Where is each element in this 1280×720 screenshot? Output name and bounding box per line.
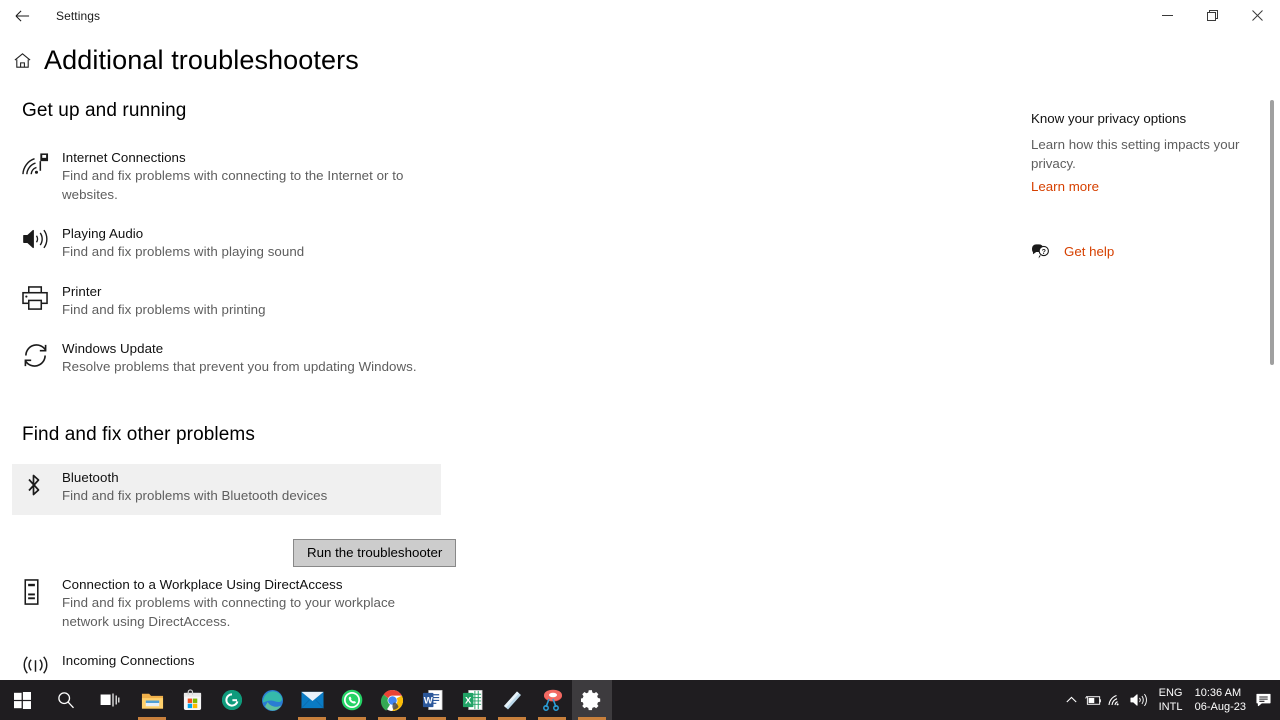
bluetooth-icon — [22, 469, 62, 506]
learn-more-link[interactable]: Learn more — [1031, 178, 1099, 196]
speaker-icon — [22, 225, 62, 262]
volume-icon[interactable] — [1127, 680, 1151, 720]
language-line-1: ENG — [1158, 687, 1183, 699]
app-title: Settings — [56, 8, 101, 23]
troubleshooter-desc: Find and fix problems with connecting to… — [62, 595, 396, 629]
right-info-panel: Know your privacy options Learn how this… — [1031, 110, 1246, 259]
troubleshooter-name: Bluetooth — [62, 469, 119, 485]
troubleshooter-item-internet-connections[interactable]: Internet Connections Find and fix proble… — [12, 144, 441, 209]
troubleshooter-item-bluetooth[interactable]: Bluetooth Find and fix problems with Blu… — [12, 463, 441, 515]
taskbar-app-file-explorer[interactable] — [132, 680, 172, 720]
close-button[interactable] — [1235, 0, 1280, 31]
chevron-up-icon[interactable] — [1061, 680, 1083, 720]
troubleshooter-desc: Find and fix problems with connecting to… — [62, 168, 404, 202]
page-title: Additional troubleshooters — [44, 45, 359, 75]
svg-text:?: ? — [1042, 249, 1046, 256]
back-button[interactable] — [0, 0, 45, 31]
wifi-icon[interactable] — [1105, 680, 1127, 720]
section-title-get-up-and-running: Get up and running — [22, 100, 187, 121]
section-title-find-and-fix-other-problems: Find and fix other problems — [22, 423, 255, 445]
taskbar-app-microsoft-word[interactable]: W — [412, 680, 452, 720]
start-button[interactable] — [0, 680, 44, 720]
taskbar-app-microsoft-excel[interactable]: X — [452, 680, 492, 720]
troubleshooter-desc: Find and fix problems with Bluetooth dev… — [62, 487, 328, 503]
troubleshooter-item-playing-audio[interactable]: Playing Audio Find and fix problems with… — [12, 220, 441, 267]
language-line-2: INTL — [1158, 701, 1183, 713]
troubleshooter-name: Playing Audio — [62, 226, 144, 241]
troubleshooter-name: Windows Update — [62, 341, 164, 356]
help-chat-icon: ? — [1031, 243, 1058, 259]
troubleshooter-item-directaccess[interactable]: Connection to a Workplace Using DirectAc… — [12, 571, 441, 636]
troubleshooter-item-incoming-connections[interactable]: Incoming Connections — [12, 647, 441, 680]
internet-connections-icon — [22, 149, 62, 204]
minimize-button[interactable] — [1145, 0, 1190, 31]
title-bar: Settings — [0, 0, 1280, 31]
taskbar-app-snipping-tool[interactable] — [532, 680, 572, 720]
page-header: Additional troubleshooters — [0, 45, 359, 76]
troubleshooter-name: Printer — [62, 283, 102, 299]
taskbar-app-grammarly[interactable] — [212, 680, 252, 720]
broadcast-icon — [22, 652, 62, 677]
window-controls — [1145, 0, 1280, 31]
taskbar-app-google-chrome[interactable] — [372, 680, 412, 720]
troubleshooter-name: Incoming Connections — [62, 653, 195, 668]
troubleshooter-item-windows-update[interactable]: Windows Update Resolve problems that pre… — [12, 335, 441, 382]
content-area: Get up and running Internet Connections … — [0, 100, 1280, 680]
notification-icon[interactable] — [1246, 680, 1280, 720]
troubleshooter-name: Connection to a Workplace Using DirectAc… — [62, 577, 343, 592]
refresh-icon — [22, 340, 62, 377]
get-help-link[interactable]: Get help — [1064, 244, 1114, 259]
search-button[interactable] — [44, 680, 88, 720]
taskbar-app-sticky-notes[interactable] — [492, 680, 532, 720]
scrollbar-thumb[interactable] — [1270, 100, 1274, 365]
privacy-options-title: Know your privacy options — [1031, 111, 1187, 126]
svg-text:W: W — [423, 695, 432, 706]
taskbar-app-mail[interactable] — [292, 680, 332, 720]
restore-button[interactable] — [1190, 0, 1235, 31]
clock-time: 10:36 AM — [1194, 687, 1242, 699]
troubleshooter-list-get-up-and-running: Internet Connections Find and fix proble… — [22, 144, 1002, 382]
troubleshooter-name: Internet Connections — [62, 150, 186, 165]
run-the-troubleshooter-button[interactable]: Run the troubleshooter — [293, 538, 457, 567]
device-icon — [22, 576, 62, 631]
clock-and-language[interactable]: ENG 10:36 AM INTL 06-Aug-23 — [1159, 686, 1246, 714]
task-view-button[interactable] — [88, 680, 132, 720]
taskbar-app-microsoft-edge[interactable] — [252, 680, 292, 720]
troubleshooter-desc: Resolve problems that prevent you from u… — [62, 359, 417, 374]
troubleshooter-list-other-problems: Bluetooth Find and fix problems with Blu… — [12, 463, 1002, 681]
troubleshooter-desc: Find and fix problems with playing sound — [62, 244, 305, 259]
printer-icon — [22, 283, 62, 320]
taskbar-app-settings[interactable] — [572, 680, 612, 720]
troubleshooter-sections: Get up and running Internet Connections … — [12, 100, 1002, 681]
taskbar-app-whatsapp[interactable] — [332, 680, 372, 720]
system-tray: ENG 10:36 AM INTL 06-Aug-23 — [1061, 680, 1280, 720]
taskbar-app-microsoft-store[interactable] — [172, 680, 212, 720]
privacy-options-description: Learn how this setting impacts your priv… — [1031, 137, 1240, 171]
vertical-scrollbar[interactable] — [1265, 95, 1279, 680]
clock-date: 06-Aug-23 — [1194, 701, 1246, 713]
battery-icon[interactable] — [1083, 680, 1105, 720]
get-help-row[interactable]: ? Get help — [1031, 243, 1246, 259]
troubleshooter-item-printer[interactable]: Printer Find and fix problems with print… — [12, 278, 441, 325]
home-icon[interactable] — [0, 51, 44, 70]
svg-text:X: X — [465, 695, 472, 706]
troubleshooter-desc: Find and fix problems with printing — [62, 301, 266, 317]
taskbar: W X ENG 10:36 AM INTL 06-Aug-23 — [0, 680, 1280, 720]
